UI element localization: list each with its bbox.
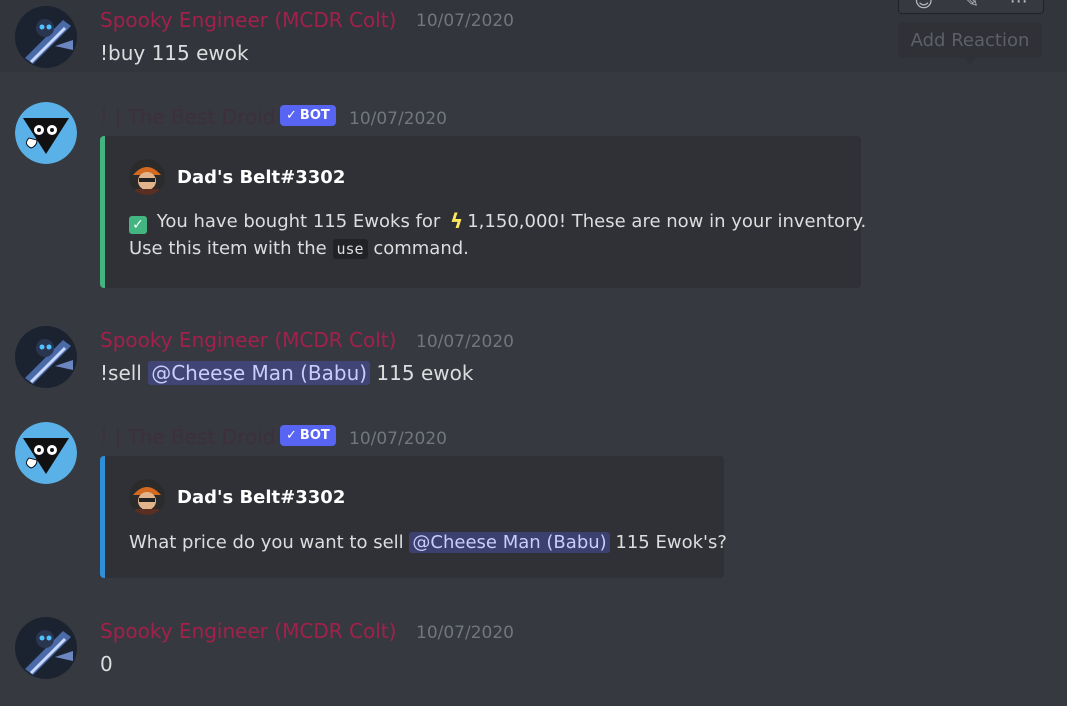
- username[interactable]: Spooky Engineer (MCDR Colt): [100, 8, 396, 32]
- embed-description-line: What price do you want to sell @Cheese M…: [129, 529, 727, 556]
- embed: Dad's Belt#3302 What price do you want t…: [100, 456, 727, 578]
- user-mention[interactable]: @Cheese Man (Babu): [409, 532, 610, 553]
- more-icon[interactable]: ⋯: [1010, 0, 1028, 12]
- bot-tag-label: BOT: [299, 108, 330, 123]
- avatar-best-droid[interactable]: [15, 422, 77, 484]
- checkmark-icon: ✓: [286, 108, 297, 123]
- embed-text: What price do you want to sell: [129, 532, 404, 553]
- embed-author-name: Dad's Belt#3302: [177, 486, 346, 508]
- embed-author-avatar: [129, 479, 165, 515]
- lightning-icon: ϟ: [450, 209, 464, 233]
- avatar-spooky-engineer[interactable]: [15, 6, 77, 68]
- message-text: 115 ewok: [376, 361, 474, 385]
- tooltip: Add Reaction: [898, 22, 1042, 58]
- embed-author: Dad's Belt#3302: [129, 479, 345, 515]
- timestamp: 10/07/2020: [349, 109, 447, 129]
- username[interactable]: ! | The Best Droid: [100, 105, 275, 129]
- tooltip-arrow: [964, 58, 976, 64]
- embed-description-line: Use this item with the use command.: [129, 235, 469, 263]
- timestamp: 10/07/2020: [416, 11, 514, 31]
- avatar-spooky-engineer[interactable]: [15, 326, 77, 388]
- embed-author-avatar: [129, 159, 165, 195]
- bot-tag-label: BOT: [299, 428, 330, 443]
- embed-text: Use this item with the: [129, 238, 327, 259]
- checkmark-icon: ✓: [286, 428, 297, 443]
- inline-code: use: [332, 239, 368, 259]
- check-mark-icon: ✓: [129, 216, 147, 234]
- bot-tag: ✓ BOT: [280, 105, 336, 126]
- message-text: !sell: [100, 361, 142, 385]
- avatar-best-droid[interactable]: [15, 102, 77, 164]
- embed-amount: 1,150,000! These are now in your invento…: [467, 211, 867, 232]
- username[interactable]: Spooky Engineer (MCDR Colt): [100, 619, 396, 643]
- edit-icon[interactable]: ✎: [964, 0, 979, 12]
- avatar-spooky-engineer[interactable]: [15, 617, 77, 679]
- timestamp: 10/07/2020: [416, 332, 514, 352]
- embed-text: You have bought 115 Ewoks for: [156, 211, 441, 232]
- bot-tag: ✓ BOT: [280, 425, 336, 446]
- embed-text: 115 Ewok's?: [615, 532, 727, 553]
- timestamp: 10/07/2020: [349, 429, 447, 449]
- embed-author: Dad's Belt#3302: [129, 159, 345, 195]
- message-content: !sell @Cheese Man (Babu) 115 ewok: [100, 361, 473, 385]
- embed: Dad's Belt#3302 ✓ You have bought 115 Ew…: [100, 136, 866, 288]
- timestamp: 10/07/2020: [416, 623, 514, 643]
- embed-text: command.: [373, 238, 469, 259]
- message-content: 0: [100, 652, 113, 676]
- username[interactable]: Spooky Engineer (MCDR Colt): [100, 328, 396, 352]
- user-mention[interactable]: @Cheese Man (Babu): [148, 361, 371, 385]
- add-reaction-icon[interactable]: ☺: [914, 0, 933, 12]
- message-content: !buy 115 ewok: [100, 41, 249, 65]
- username[interactable]: ! | The Best Droid: [100, 425, 275, 449]
- message-toolbar: ☺ ✎ ⋯: [898, 0, 1044, 14]
- embed-description-line: ✓ You have bought 115 Ewoks for ϟ 1,150,0…: [129, 208, 866, 235]
- embed-author-name: Dad's Belt#3302: [177, 166, 346, 188]
